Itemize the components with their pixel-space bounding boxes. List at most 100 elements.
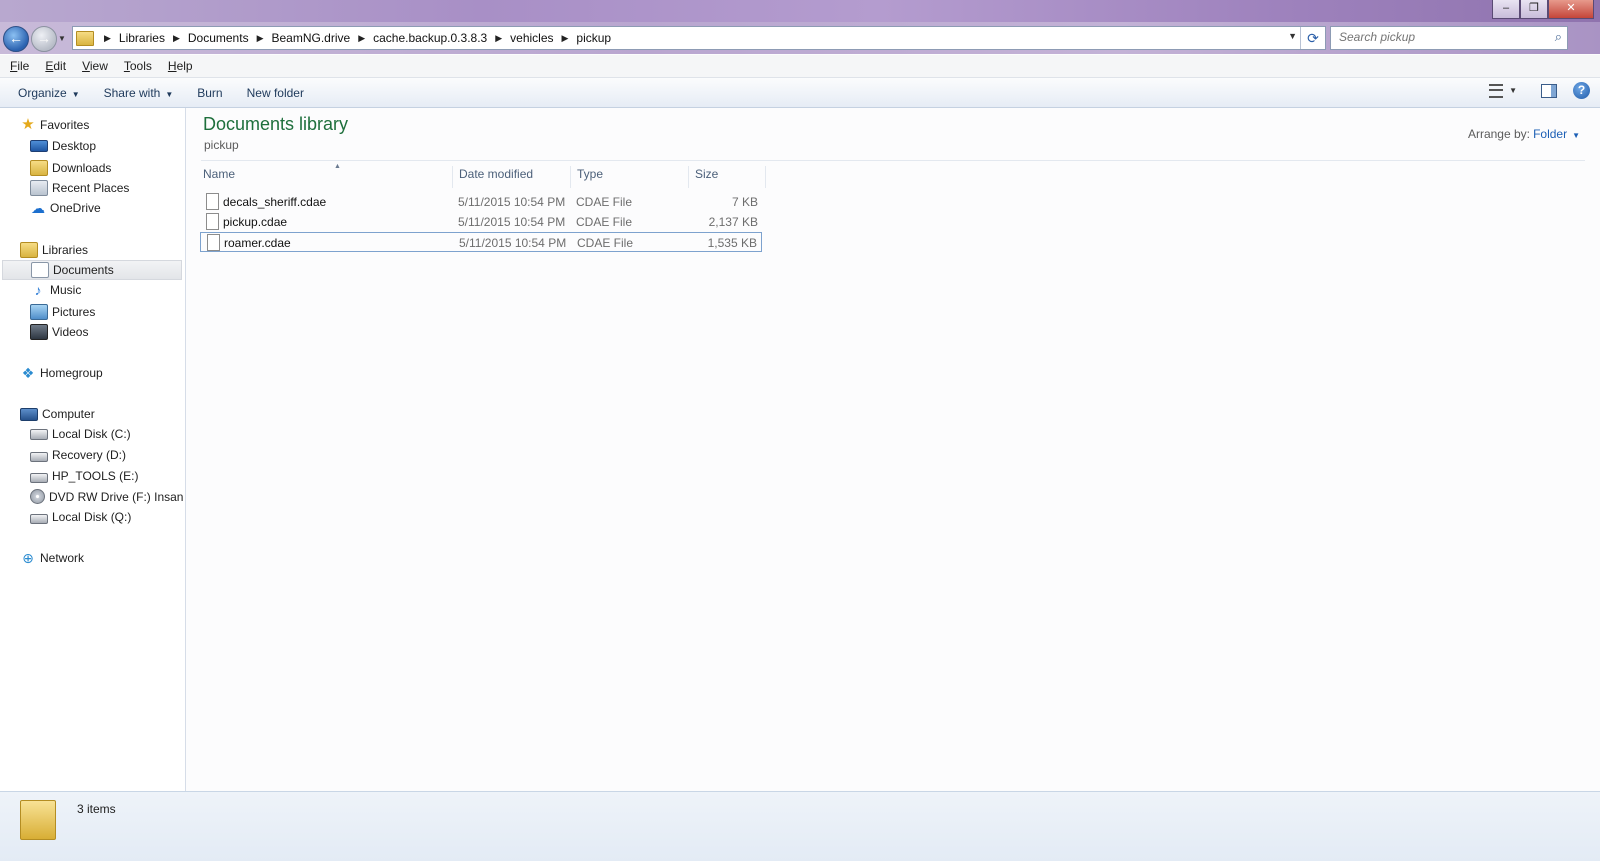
menu-help[interactable]: Help: [168, 59, 193, 73]
breadcrumb-libraries[interactable]: Libraries: [119, 31, 165, 45]
menu-file[interactable]: File: [10, 59, 29, 73]
column-header-label: Type: [577, 167, 604, 181]
hard-drive-icon: [30, 473, 48, 483]
sidebar-item-local-disk-q[interactable]: Local Disk (Q:): [30, 510, 184, 524]
sidebar-item-label: Videos: [52, 325, 89, 339]
sidebar-group-label: Favorites: [40, 118, 90, 132]
breadcrumb-documents[interactable]: Documents: [188, 31, 249, 45]
breadcrumb-separator-icon[interactable]: ▶: [495, 33, 502, 44]
sidebar-item-label: Local Disk (C:): [52, 427, 131, 441]
sidebar-item-recovery-d[interactable]: Recovery (D:): [30, 448, 184, 462]
cloud-icon: ☁: [31, 200, 45, 216]
file-row-pickup[interactable]: pickup.cdae 5/11/2015 10:54 PM CDAE File…: [200, 212, 762, 232]
dvd-drive-icon: [30, 489, 45, 504]
menu-accelerator: H: [167, 59, 177, 73]
hard-drive-icon: [30, 514, 48, 524]
sidebar-item-recent-places[interactable]: Recent Places: [30, 180, 184, 196]
organize-button[interactable]: Organize ▼: [18, 86, 80, 100]
refresh-icon[interactable]: ⟳: [1300, 27, 1325, 49]
search-box[interactable]: ⌕: [1330, 26, 1568, 50]
maximize-button[interactable]: ❐: [1520, 0, 1548, 19]
breadcrumb-beamng[interactable]: BeamNG.drive: [272, 31, 351, 45]
file-name: pickup.cdae: [223, 215, 288, 229]
close-button[interactable]: ✕: [1548, 0, 1594, 19]
arrange-by-dropdown[interactable]: Folder ▼: [1533, 127, 1580, 141]
arrange-by-value: Folder: [1533, 127, 1568, 141]
minimize-button[interactable]: –: [1492, 0, 1520, 19]
downloads-icon: [30, 160, 48, 176]
breadcrumb-pickup[interactable]: pickup: [576, 31, 611, 45]
menu-view[interactable]: View: [82, 59, 108, 73]
breadcrumb-separator-icon[interactable]: ▶: [104, 33, 111, 44]
sidebar-group-libraries[interactable]: Libraries: [20, 242, 88, 258]
burn-button[interactable]: Burn: [197, 86, 222, 100]
sidebar-group-computer[interactable]: Computer: [20, 407, 95, 421]
sidebar-item-downloads[interactable]: Downloads: [30, 160, 184, 176]
sidebar-item-dvd-rw-f[interactable]: DVD RW Drive (F:) Insanity: [30, 489, 184, 504]
sidebar-item-label: Music: [50, 283, 82, 297]
file-size: 2,137 KB: [708, 215, 758, 229]
breadcrumb-separator-icon[interactable]: ▶: [562, 33, 569, 44]
chevron-down-icon: ▼: [165, 89, 174, 99]
share-with-button[interactable]: Share with ▼: [104, 86, 174, 100]
forward-button[interactable]: →: [31, 26, 57, 52]
sidebar-item-label: Desktop: [52, 139, 97, 153]
sidebar-group-label: Homegroup: [40, 366, 103, 380]
recent-places-icon: [30, 180, 48, 196]
address-bar[interactable]: ▶ Libraries ▶ Documents ▶ BeamNG.drive ▶…: [72, 26, 1326, 50]
file-row-roamer[interactable]: roamer.cdae 5/11/2015 10:54 PM CDAE File…: [200, 232, 762, 252]
chevron-down-icon: ▼: [71, 89, 80, 99]
sidebar-group-label: Libraries: [42, 243, 89, 257]
breadcrumb-separator-icon[interactable]: ▶: [173, 33, 180, 44]
sidebar-item-pictures[interactable]: Pictures: [30, 304, 184, 320]
menu-bar: File Edit View Tools Help: [0, 55, 1600, 78]
search-input[interactable]: [1331, 27, 1539, 47]
menu-label: elp: [176, 59, 193, 73]
help-icon[interactable]: ?: [1573, 82, 1590, 99]
file-row-decals-sheriff[interactable]: decals_sheriff.cdae 5/11/2015 10:54 PM C…: [200, 192, 762, 212]
sidebar-item-videos[interactable]: Videos: [30, 324, 184, 340]
new-folder-button[interactable]: New folder: [247, 86, 304, 100]
sidebar-group-homegroup[interactable]: ❖ Homegroup: [20, 366, 103, 380]
file-type: CDAE File: [576, 195, 633, 209]
column-header-label: Date modified: [459, 167, 534, 181]
view-dropdown-icon[interactable]: ▼: [1509, 86, 1517, 95]
breadcrumb-separator-icon[interactable]: ▶: [257, 33, 264, 44]
sidebar-item-label: Recovery (D:): [52, 448, 127, 462]
documents-icon: [31, 262, 49, 278]
library-title: Documents library: [203, 114, 349, 134]
homegroup-icon: ❖: [21, 365, 35, 381]
view-details-icon[interactable]: [1489, 83, 1504, 98]
sidebar-item-onedrive[interactable]: ☁ OneDrive: [30, 201, 184, 215]
column-header-date-modified[interactable]: Date modified: [453, 166, 571, 188]
column-header-size[interactable]: Size: [689, 166, 766, 188]
sidebar-item-label: Downloads: [52, 161, 112, 175]
sidebar-item-desktop[interactable]: Desktop: [30, 139, 184, 153]
breadcrumb: ▶ Libraries ▶ Documents ▶ BeamNG.drive ▶…: [100, 31, 615, 45]
library-subtitle: pickup: [204, 138, 239, 152]
menu-label: iew: [89, 59, 108, 73]
sidebar-item-local-disk-c[interactable]: Local Disk (C:): [30, 427, 184, 441]
sidebar-group-favorites[interactable]: ★ Favorites: [20, 117, 90, 132]
menu-tools[interactable]: Tools: [124, 59, 152, 73]
breadcrumb-vehicles[interactable]: vehicles: [510, 31, 553, 45]
breadcrumb-separator-icon[interactable]: ▶: [358, 33, 365, 44]
sidebar-item-hp-tools-e[interactable]: HP_TOOLS (E:): [30, 469, 184, 483]
address-dropdown-icon[interactable]: ▼: [1288, 31, 1297, 41]
search-icon[interactable]: ⌕: [1555, 29, 1562, 45]
organize-label: Organize: [18, 85, 67, 100]
sidebar-item-music[interactable]: ♪ Music: [30, 283, 184, 297]
sidebar-item-documents[interactable]: Documents: [2, 260, 182, 280]
sidebar-group-network[interactable]: ⊕ Network: [20, 551, 84, 565]
recent-pages-dropdown-icon[interactable]: ▼: [58, 34, 66, 43]
preview-pane-icon[interactable]: [1541, 83, 1557, 98]
menu-edit[interactable]: Edit: [45, 59, 66, 73]
menu-label: dit: [53, 59, 67, 73]
breadcrumb-cache-backup[interactable]: cache.backup.0.3.8.3: [373, 31, 487, 45]
file-date: 5/11/2015 10:54 PM: [459, 236, 567, 250]
menu-accelerator: V: [82, 59, 90, 73]
column-header-name[interactable]: ▲ Name: [197, 163, 453, 188]
column-header-type[interactable]: Type: [571, 166, 689, 188]
sidebar-item-label: Documents: [53, 263, 114, 277]
back-button[interactable]: ←: [3, 26, 29, 52]
